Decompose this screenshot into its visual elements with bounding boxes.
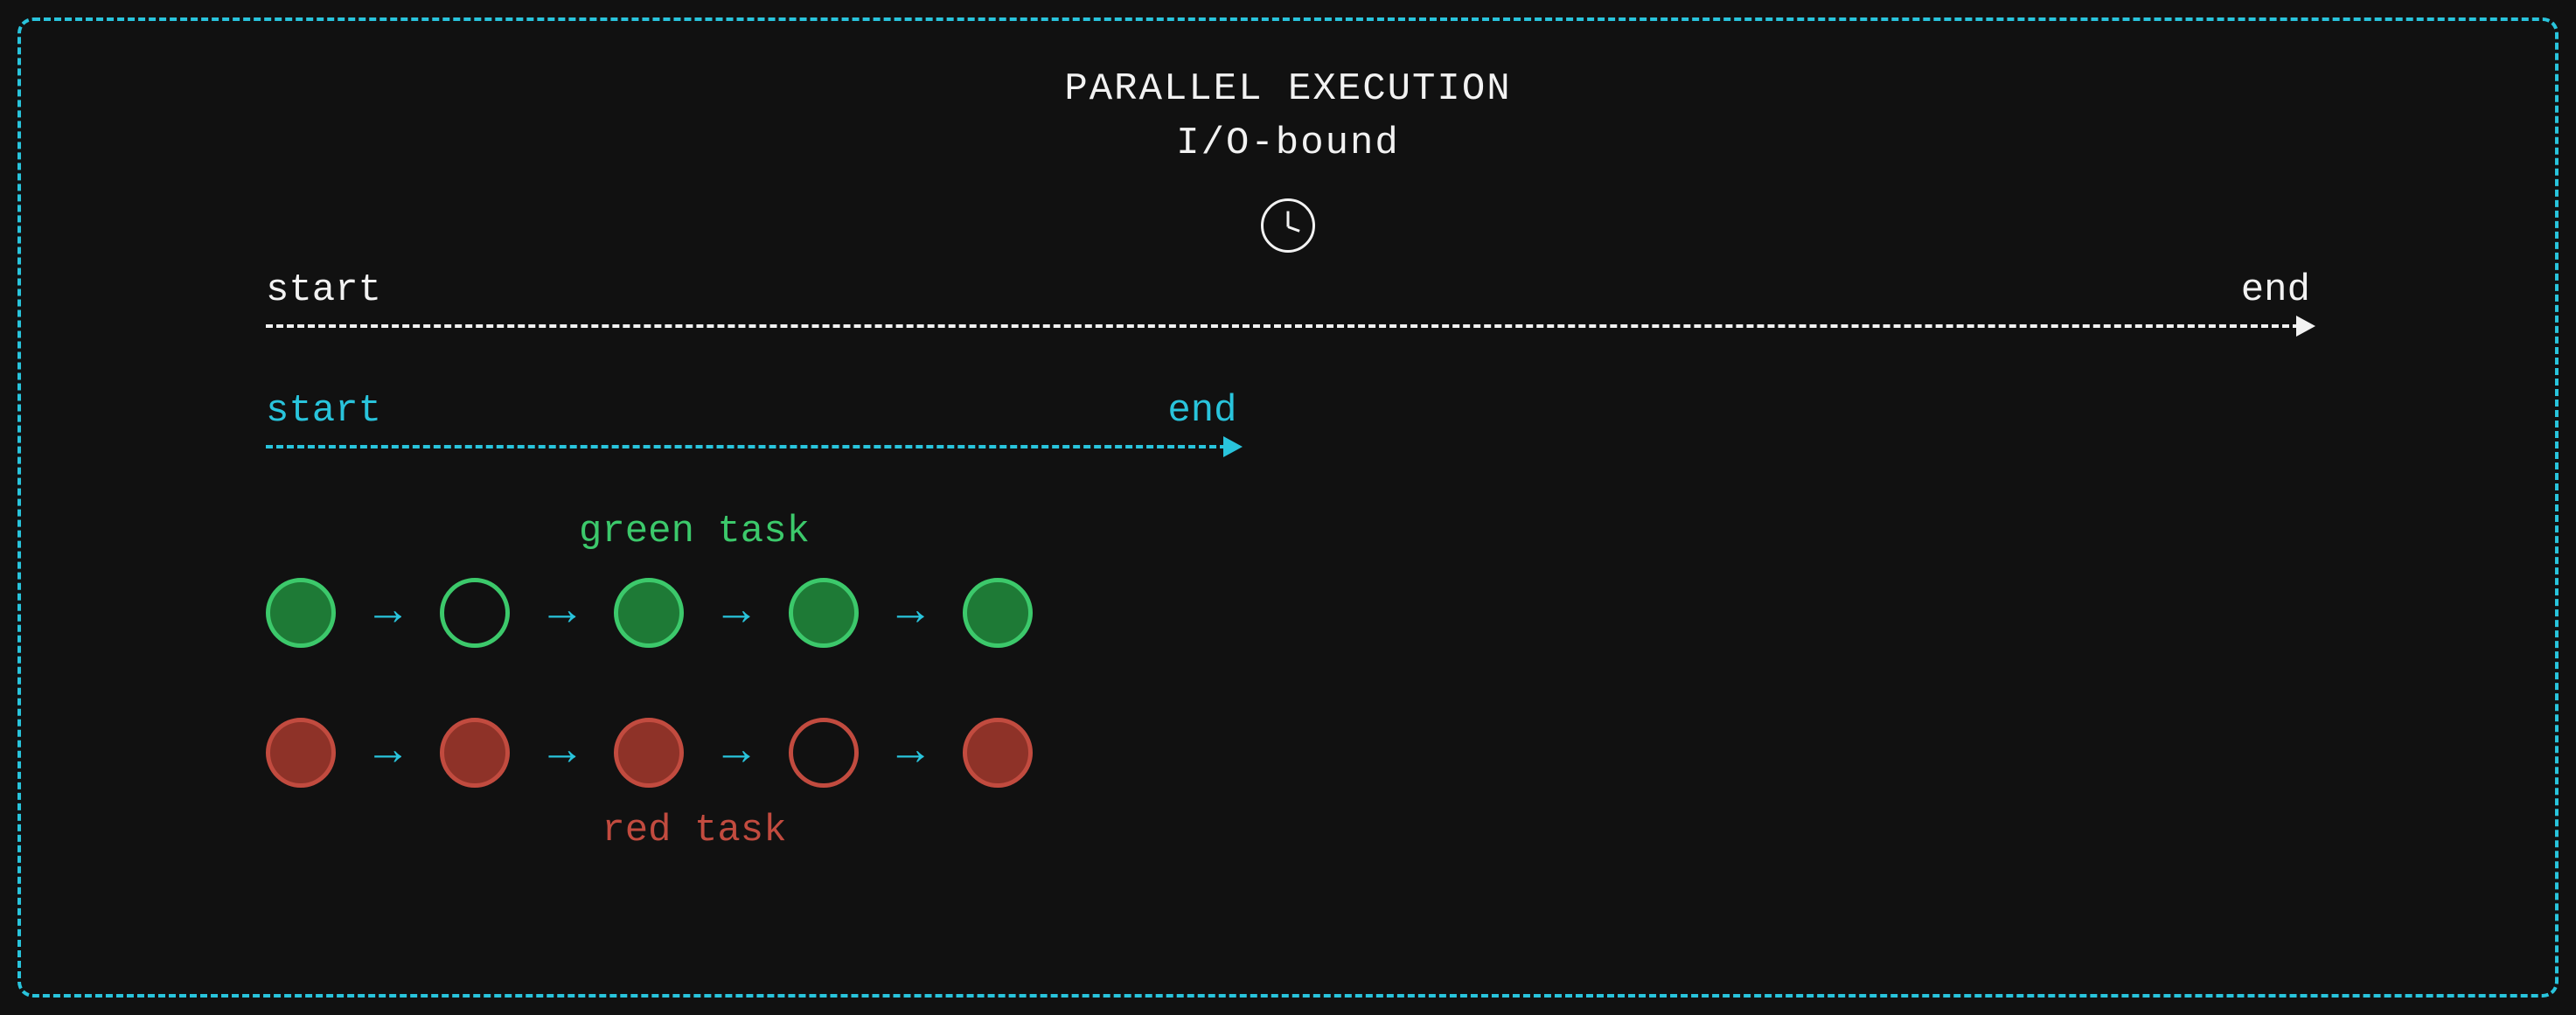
- diagram-subtitle: I/O-bound: [266, 117, 2310, 171]
- red-step-circle: [789, 718, 859, 788]
- step-arrow-icon: →: [897, 730, 924, 775]
- green-task-row: → → → →: [266, 578, 2310, 648]
- red-task-block: → → → → red task: [266, 718, 2310, 852]
- step-arrow-icon: →: [374, 730, 401, 775]
- timeline-parallel-start-label: start: [266, 389, 381, 433]
- diagram-title: PARALLEL EXECUTION: [266, 63, 2310, 117]
- timeline-full-end-label: end: [2241, 268, 2310, 312]
- title-block: PARALLEL EXECUTION I/O-bound: [266, 63, 2310, 170]
- green-step-circle: [963, 578, 1033, 648]
- step-arrow-icon: →: [374, 590, 401, 636]
- red-task-row: → → → →: [266, 718, 2310, 788]
- step-arrow-icon: →: [548, 590, 575, 636]
- red-step-circle: [614, 718, 684, 788]
- red-task-label: red task: [266, 809, 1123, 852]
- step-arrow-icon: →: [897, 590, 924, 636]
- step-arrow-icon: →: [722, 590, 749, 636]
- green-task-label: green task: [266, 510, 1123, 553]
- step-arrow-icon: →: [722, 730, 749, 775]
- red-step-circle: [440, 718, 510, 788]
- green-step-circle: [266, 578, 336, 648]
- green-step-circle: [440, 578, 510, 648]
- timeline-full: start end: [266, 268, 2310, 328]
- diagram-frame: PARALLEL EXECUTION I/O-bound start end s…: [17, 17, 2559, 998]
- clock-icon: [1261, 198, 1315, 253]
- green-step-circle: [789, 578, 859, 648]
- green-step-circle: [614, 578, 684, 648]
- timeline-parallel: start end: [266, 389, 1237, 448]
- clock-row: [266, 198, 2310, 253]
- green-task-block: green task → → → →: [266, 510, 2310, 648]
- timeline-full-arrow: [266, 324, 2310, 328]
- timeline-full-start-label: start: [266, 268, 381, 312]
- red-step-circle: [963, 718, 1033, 788]
- step-arrow-icon: →: [548, 730, 575, 775]
- timeline-parallel-end-label: end: [1167, 389, 1236, 433]
- red-step-circle: [266, 718, 336, 788]
- timeline-parallel-arrow: [266, 445, 1237, 448]
